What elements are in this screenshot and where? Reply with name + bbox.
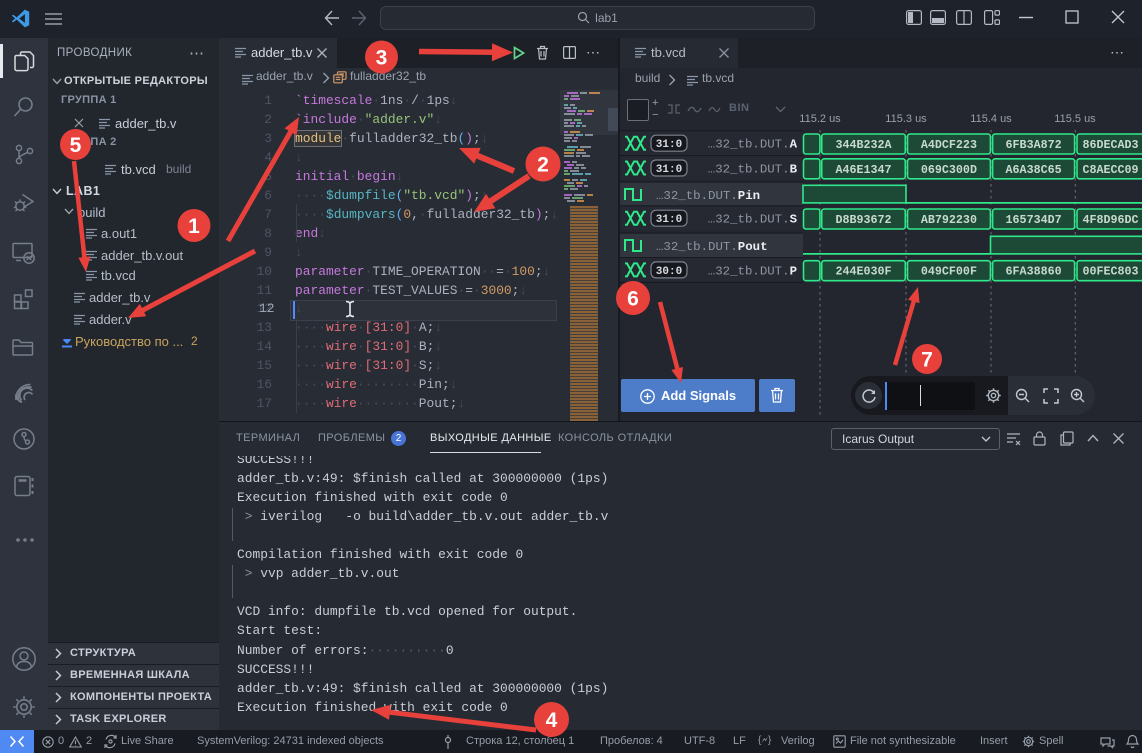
svg-text:…32_tb.DUT.Pout: …32_tb.DUT.Pout bbox=[656, 240, 768, 254]
svg-text:AB792230: AB792230 bbox=[921, 213, 977, 227]
svg-text:…32_tb.DUT.S: …32_tb.DUT.S bbox=[708, 213, 798, 227]
svg-text:4F8D96DC: 4F8D96DC bbox=[1082, 213, 1138, 227]
svg-text:…32_tb.DUT.A: …32_tb.DUT.A bbox=[708, 138, 798, 152]
svg-text:86DECAD3: 86DECAD3 bbox=[1082, 138, 1138, 152]
svg-text:6FB3A872: 6FB3A872 bbox=[1006, 138, 1062, 152]
svg-text:244E030F: 244E030F bbox=[835, 265, 891, 279]
svg-text:069C300D: 069C300D bbox=[921, 163, 977, 177]
svg-text:D8B93672: D8B93672 bbox=[835, 213, 891, 227]
svg-text:C8AECC09: C8AECC09 bbox=[1082, 163, 1138, 177]
svg-text:049CF00F: 049CF00F bbox=[921, 265, 977, 279]
svg-text:A46E1347: A46E1347 bbox=[835, 163, 891, 177]
svg-text:31:0: 31:0 bbox=[656, 139, 682, 151]
svg-text:165734D7: 165734D7 bbox=[1006, 213, 1062, 227]
svg-text:…32_tb.DUT.P: …32_tb.DUT.P bbox=[708, 264, 797, 278]
svg-text:30:0: 30:0 bbox=[656, 266, 682, 278]
svg-text:31:0: 31:0 bbox=[656, 164, 682, 176]
svg-text:00FEC803: 00FEC803 bbox=[1082, 265, 1138, 279]
svg-text:A6A38C65: A6A38C65 bbox=[1006, 163, 1062, 177]
svg-text:344B232A: 344B232A bbox=[835, 138, 892, 152]
svg-text:A4DCF223: A4DCF223 bbox=[921, 138, 977, 152]
svg-text:6FA38860: 6FA38860 bbox=[1006, 265, 1062, 279]
svg-text:…32_tb.DUT.B: …32_tb.DUT.B bbox=[708, 163, 798, 177]
svg-text:31:0: 31:0 bbox=[656, 214, 682, 226]
svg-text:…32_tb.DUT.Pin: …32_tb.DUT.Pin bbox=[656, 189, 760, 203]
